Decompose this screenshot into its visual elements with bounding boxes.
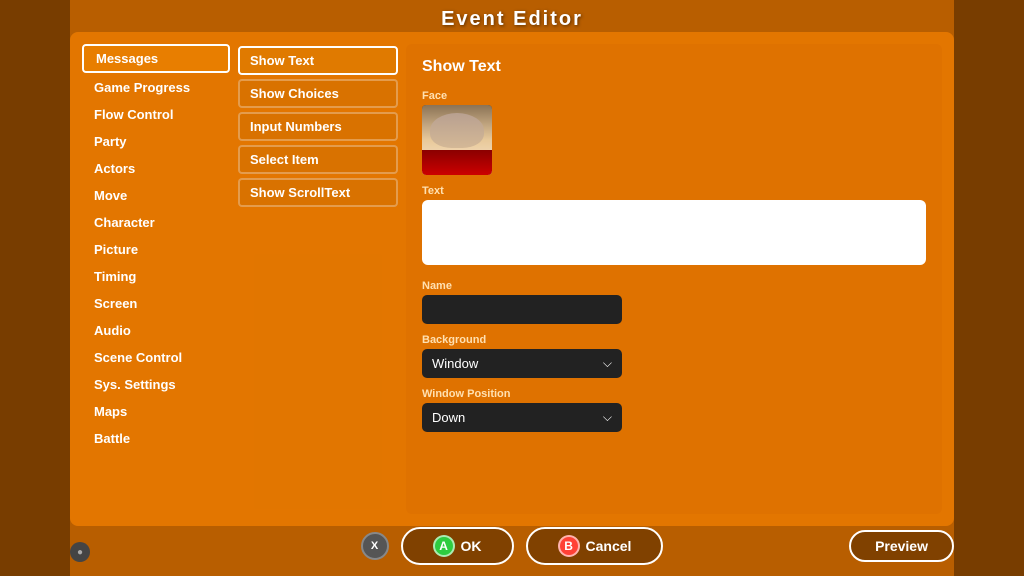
- cancel-label: Cancel: [586, 538, 632, 554]
- sidebar-item-character[interactable]: Character: [82, 210, 230, 235]
- name-section: Name: [422, 280, 926, 324]
- cancel-button[interactable]: B Cancel: [526, 527, 664, 565]
- background-chevron-icon: ⌵: [603, 356, 612, 371]
- a-badge: A: [433, 535, 455, 557]
- background-label: Background: [422, 334, 926, 346]
- bottom-left-icon: ●: [70, 542, 90, 562]
- middle-item-input-numbers[interactable]: Input Numbers: [238, 112, 398, 141]
- face-box[interactable]: [422, 105, 492, 175]
- main-panel: MessagesGame ProgressFlow ControlPartyAc…: [70, 32, 954, 526]
- sidebar-item-timing[interactable]: Timing: [82, 264, 230, 289]
- x-close-button[interactable]: X: [361, 532, 389, 560]
- sidebar-item-messages[interactable]: Messages: [82, 44, 230, 73]
- sidebar-item-audio[interactable]: Audio: [82, 318, 230, 343]
- window-position-label: Window Position: [422, 388, 926, 400]
- right-panel: [954, 0, 1024, 576]
- ok-button[interactable]: A OK: [401, 527, 514, 565]
- middle-item-show-scrolltext[interactable]: Show ScrollText: [238, 178, 398, 207]
- ok-label: OK: [461, 538, 482, 554]
- sidebar-item-move[interactable]: Move: [82, 183, 230, 208]
- background-section: Background Window ⌵: [422, 334, 926, 378]
- sidebar-item-actors[interactable]: Actors: [82, 156, 230, 181]
- sidebar-item-game-progress[interactable]: Game Progress: [82, 75, 230, 100]
- text-section: Text: [422, 185, 926, 270]
- window-position-select[interactable]: Down ⌵: [422, 403, 622, 432]
- page-title: Event Editor: [70, 8, 954, 31]
- left-panel: [0, 0, 70, 576]
- middle-item-show-choices[interactable]: Show Choices: [238, 79, 398, 108]
- face-character-image: [422, 105, 492, 175]
- preview-label: Preview: [875, 538, 928, 554]
- sidebar: MessagesGame ProgressFlow ControlPartyAc…: [82, 44, 230, 514]
- window-position-section: Window Position Down ⌵: [422, 388, 926, 432]
- sidebar-item-picture[interactable]: Picture: [82, 237, 230, 262]
- preview-button[interactable]: Preview: [849, 530, 954, 562]
- middle-item-show-text[interactable]: Show Text: [238, 46, 398, 75]
- sidebar-item-scene-control[interactable]: Scene Control: [82, 345, 230, 370]
- button-group: X A OK B Cancel Preview: [70, 527, 954, 565]
- b-badge: B: [558, 535, 580, 557]
- sidebar-item-flow-control[interactable]: Flow Control: [82, 102, 230, 127]
- face-label: Face: [422, 90, 926, 102]
- content-title: Show Text: [422, 58, 926, 76]
- name-input[interactable]: [422, 295, 622, 324]
- middle-item-select-item[interactable]: Select Item: [238, 145, 398, 174]
- corner-symbol: ●: [77, 547, 83, 558]
- window-position-chevron-icon: ⌵: [603, 410, 612, 425]
- content-area: Show Text Face Text Name Background Wind…: [406, 44, 942, 514]
- text-label: Text: [422, 185, 926, 197]
- window-position-value: Down: [432, 410, 465, 425]
- sidebar-item-screen[interactable]: Screen: [82, 291, 230, 316]
- sidebar-item-battle[interactable]: Battle: [82, 426, 230, 451]
- sidebar-item-sys.-settings[interactable]: Sys. Settings: [82, 372, 230, 397]
- sidebar-item-maps[interactable]: Maps: [82, 399, 230, 424]
- bottom-bar: X A OK B Cancel Preview: [70, 526, 954, 566]
- background-select[interactable]: Window ⌵: [422, 349, 622, 378]
- name-label: Name: [422, 280, 926, 292]
- middle-menu: Show Text Show Choices Input Numbers Select…: [238, 44, 398, 514]
- background-value: Window: [432, 356, 478, 371]
- face-section: Face: [422, 90, 926, 175]
- sidebar-item-party[interactable]: Party: [82, 129, 230, 154]
- x-icon: X: [371, 540, 378, 552]
- text-input[interactable]: [422, 200, 926, 265]
